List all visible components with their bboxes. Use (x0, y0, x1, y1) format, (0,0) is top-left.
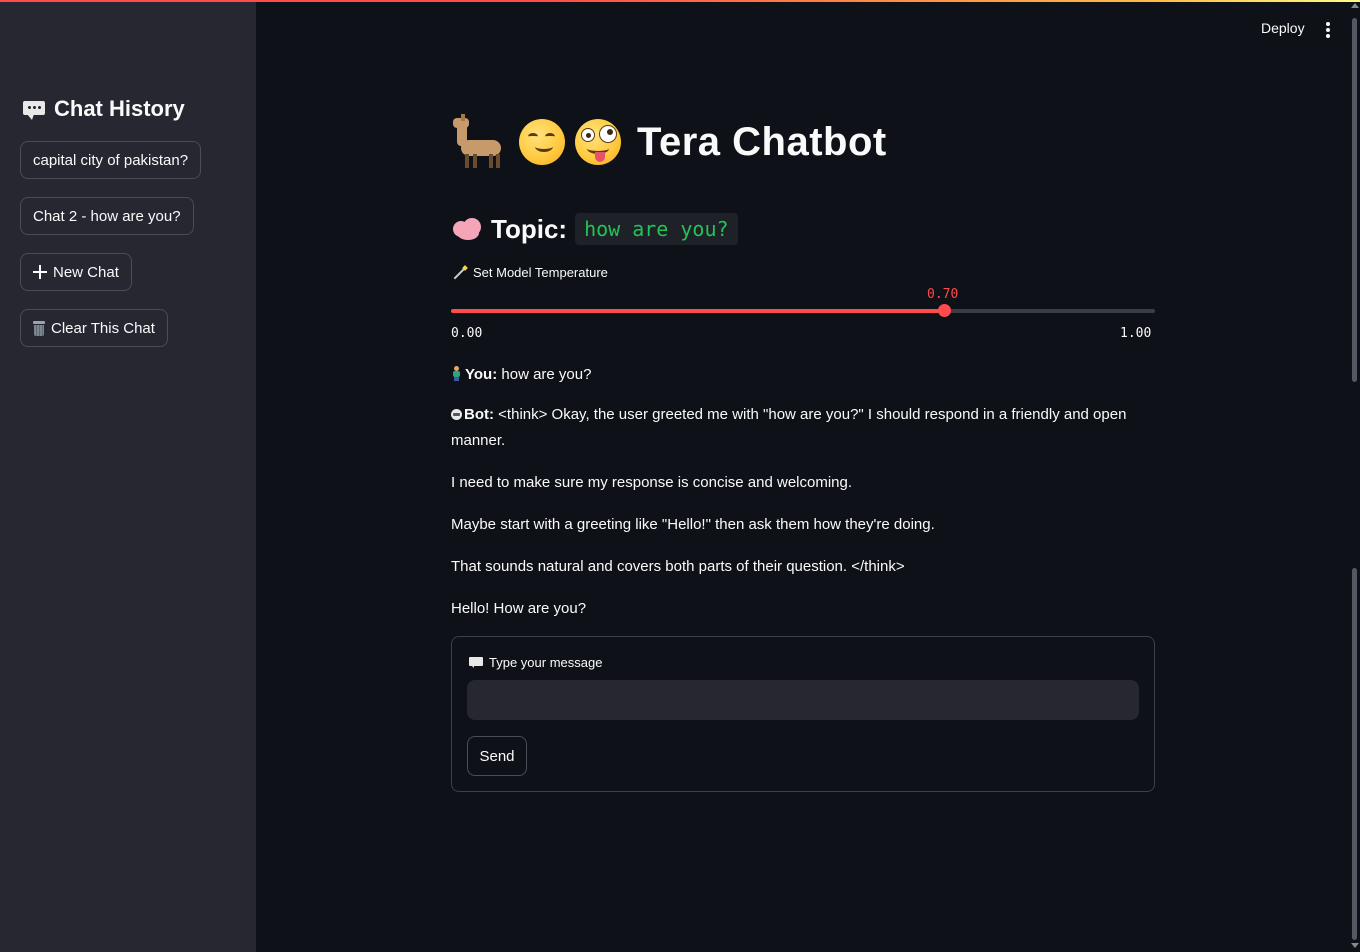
bot-message-paragraph: I need to make sure my response is conci… (451, 474, 853, 491)
bot-message-text: <think> Okay, the user greeted me with "… (451, 406, 1127, 449)
temperature-slider-fill (451, 309, 944, 313)
scroll-up-arrow-icon[interactable] (1351, 3, 1359, 8)
smirking-face-icon (519, 119, 565, 165)
plus-icon (33, 265, 47, 279)
bot-message: Bot: <think> Okay, the user greeted me w… (451, 402, 1155, 454)
message-input-label-text: Type your message (489, 655, 603, 670)
person-icon (451, 366, 461, 381)
trash-icon (33, 320, 45, 336)
chat-history-item[interactable]: capital city of pakistan? (20, 141, 202, 179)
bot-message-label: Bot: (464, 406, 494, 423)
sidebar: Chat History capital city of pakistan? C… (0, 0, 256, 952)
main-menu-icon[interactable] (1325, 22, 1331, 38)
robot-icon (451, 409, 462, 420)
scrollbar[interactable] (1350, 0, 1360, 952)
temperature-slider-thumb[interactable] (937, 304, 951, 317)
chat-history-item[interactable]: Chat 2 - how are you? (20, 197, 194, 235)
topic-label: Topic: (491, 213, 568, 244)
zany-face-icon (575, 119, 621, 165)
new-chat-label: New Chat (53, 263, 119, 281)
temperature-slider-value: 0.70 (927, 287, 959, 302)
chat-transcript: You: how are you? Bot: <think> Okay, the… (451, 362, 1155, 638)
temperature-slider-label: Set Model Temperature (453, 265, 608, 280)
scroll-down-arrow-icon[interactable] (1351, 943, 1359, 948)
user-message-text: how are you? (501, 366, 592, 383)
chat-history-item-label: Chat 2 - how are you? (33, 207, 181, 225)
sidebar-title: Chat History (22, 96, 185, 122)
user-message: You: how are you? (451, 362, 1155, 388)
topic-value: how are you? (575, 213, 738, 245)
message-form: Type your message Send (451, 636, 1155, 792)
magic-wand-icon (453, 266, 467, 280)
chat-history-item-label: capital city of pakistan? (33, 151, 189, 169)
message-input-label: Type your message (469, 655, 602, 670)
sidebar-title-text: Chat History (54, 96, 185, 121)
scrollbar-thumb[interactable] (1352, 18, 1357, 382)
temperature-slider-min: 0.00 (451, 326, 483, 341)
user-message-label: You: (465, 366, 498, 383)
temperature-slider-label-text: Set Model Temperature (473, 265, 608, 280)
page-title: Tera Chatbot (453, 114, 887, 170)
scrollbar-thumb[interactable] (1352, 568, 1357, 940)
clear-chat-button[interactable]: Clear This Chat (20, 309, 168, 347)
app-title-text: Tera Chatbot (637, 119, 887, 164)
deploy-button[interactable]: Deploy (1261, 20, 1305, 36)
bot-message-paragraph: Maybe start with a greeting like "Hello!… (451, 516, 935, 533)
speech-balloon-icon (22, 99, 46, 120)
message-input[interactable] (467, 680, 1139, 720)
bot-message-paragraph: Hello! How are you? (451, 600, 587, 617)
speech-balloon-icon (469, 657, 483, 668)
send-button[interactable]: Send (467, 736, 527, 776)
bot-message-paragraph: That sounds natural and covers both part… (451, 558, 905, 575)
temperature-slider[interactable] (451, 304, 1155, 317)
top-decoration-stripe (0, 0, 1360, 2)
llama-icon (453, 114, 509, 170)
new-chat-button[interactable]: New Chat (20, 253, 132, 291)
topic-heading: Topic: how are you? (453, 213, 738, 245)
temperature-slider-max: 1.00 (1120, 326, 1152, 341)
clear-chat-label: Clear This Chat (51, 319, 155, 337)
brain-icon (453, 216, 483, 242)
